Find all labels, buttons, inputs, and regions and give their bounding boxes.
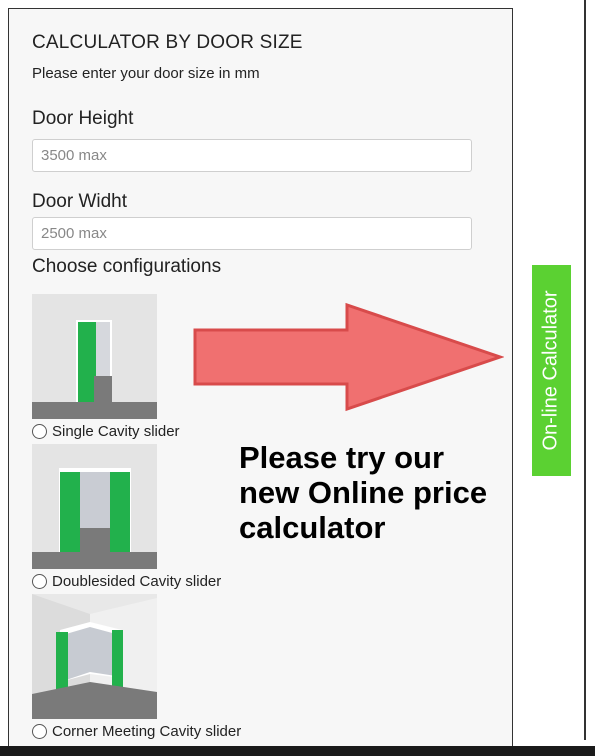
- door-width-label: Door Widht: [32, 191, 128, 212]
- radio-icon[interactable]: [32, 574, 47, 589]
- door-height-input[interactable]: [32, 139, 472, 172]
- single-cavity-image[interactable]: [32, 294, 157, 419]
- radio-icon[interactable]: [32, 424, 47, 439]
- promo-line-3: calculator: [239, 510, 386, 545]
- config-doublesided[interactable]: Doublesided Cavity slider: [32, 444, 221, 590]
- config-single-label: Single Cavity slider: [52, 423, 180, 440]
- page-title: CALCULATOR BY DOOR SIZE: [32, 32, 303, 53]
- radio-icon[interactable]: [32, 724, 47, 739]
- instructions-text: Please enter your door size in mm: [32, 65, 260, 82]
- page-border: [584, 0, 586, 740]
- arrow-icon: [193, 302, 504, 412]
- promo-line-2: new Online price: [239, 475, 488, 510]
- online-calculator-tab[interactable]: On-line Calculator: [532, 265, 571, 476]
- config-corner[interactable]: Corner Meeting Cavity slider: [32, 594, 241, 740]
- online-calculator-tab-label: On-line Calculator: [540, 290, 563, 451]
- corner-cavity-image[interactable]: [32, 594, 157, 719]
- config-single[interactable]: Single Cavity slider: [32, 294, 180, 440]
- door-height-label: Door Height: [32, 108, 134, 129]
- configurations-heading: Choose configurations: [32, 256, 222, 277]
- doublesided-cavity-image[interactable]: [32, 444, 157, 569]
- config-doublesided-label: Doublesided Cavity slider: [52, 573, 222, 590]
- promo-text: Please try our new Online price calculat…: [239, 440, 487, 545]
- config-corner-label: Corner Meeting Cavity slider: [52, 723, 242, 740]
- door-width-input[interactable]: [32, 217, 472, 250]
- bottom-bar: [0, 746, 595, 756]
- promo-line-1: Please try our: [239, 440, 445, 475]
